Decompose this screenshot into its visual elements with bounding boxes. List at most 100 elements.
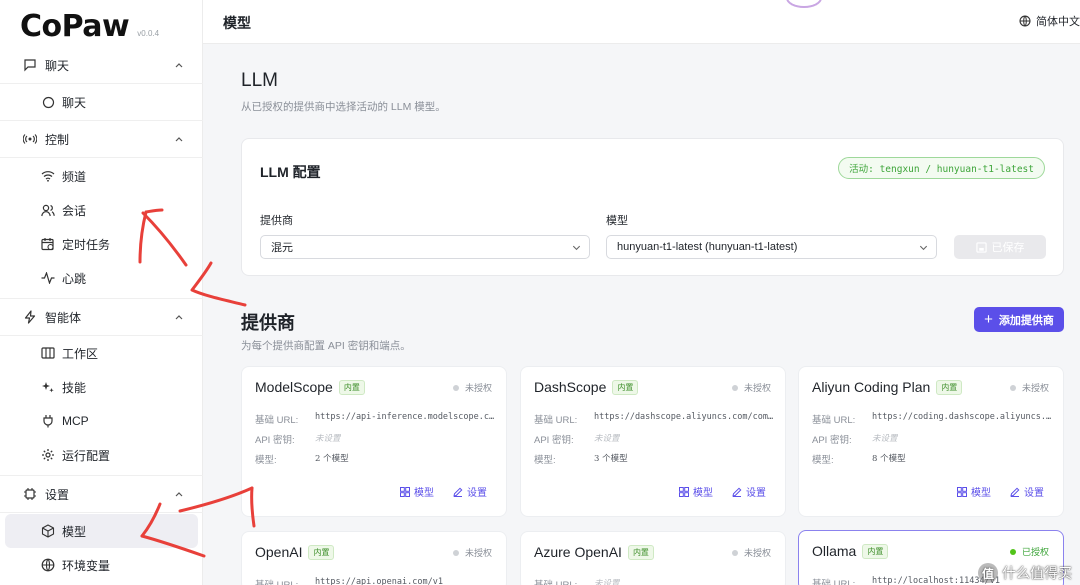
- api-key-value: 未设置: [594, 579, 620, 585]
- avatar[interactable]: [786, 0, 822, 8]
- models-count: 3 个模型: [594, 454, 628, 464]
- provider-name: Ollama: [812, 543, 857, 559]
- chevron-down-icon: [571, 242, 582, 253]
- model-select-value: hunyuan-t1-latest (hunyuan-t1-latest): [617, 241, 798, 253]
- sidebar-item-mcp[interactable]: MCP: [0, 404, 203, 438]
- settings-link[interactable]: 设置: [1010, 484, 1044, 499]
- sidebar-item-skills[interactable]: 技能: [0, 370, 203, 404]
- watermark: 值 什么值得买: [978, 563, 1072, 583]
- chevron-up-icon: [173, 59, 185, 71]
- save-button[interactable]: 已保存: [954, 235, 1046, 259]
- builtin-tag: 内置: [862, 543, 889, 559]
- models-label: 模型:: [534, 455, 556, 466]
- wifi-icon: [40, 168, 56, 184]
- app-logo[interactable]: CoPaw v0.0.4: [20, 8, 159, 44]
- chevron-down-icon: [918, 242, 929, 253]
- sidebar-group-label: 设置: [45, 487, 70, 502]
- models-count: 2 个模型: [315, 454, 349, 464]
- save-button-label: 已保存: [991, 242, 1025, 254]
- models-link[interactable]: 模型: [957, 484, 991, 499]
- sidebar-item-label: 频道: [62, 169, 87, 184]
- top-header: 模型 简体中文: [203, 0, 1080, 44]
- sidebar-group-label: 智能体: [45, 310, 82, 325]
- sidebar-item-sessions[interactable]: 会话: [0, 193, 203, 227]
- provider-name: DashScope: [534, 379, 607, 395]
- sidebar-group-agent[interactable]: 智能体: [0, 299, 203, 335]
- add-provider-button[interactable]: + 添加提供商: [974, 307, 1064, 332]
- model-label: 模型: [606, 215, 628, 227]
- providers-heading: 提供商: [241, 313, 295, 333]
- builtin-tag: 内置: [627, 544, 654, 560]
- api-key-value: 未设置: [594, 434, 620, 444]
- sidebar-item-models[interactable]: 模型: [5, 514, 198, 548]
- settings-link[interactable]: 设置: [732, 484, 766, 499]
- base-url-label: 基础 URL:: [255, 577, 315, 585]
- api-key-value: 未设置: [315, 434, 341, 444]
- chip-icon: [22, 486, 38, 502]
- globe-icon: [1019, 15, 1031, 27]
- logo-text: CoPaw: [20, 9, 130, 44]
- sidebar-group-chat[interactable]: 聊天: [0, 47, 203, 83]
- sidebar-item-workspace[interactable]: 工作区: [0, 336, 203, 370]
- provider-card-azure-openai[interactable]: Azure OpenAI 内置 未授权 基础 URL:未设置: [520, 531, 786, 585]
- sidebar-item-label: 会话: [62, 203, 87, 218]
- settings-link[interactable]: 设置: [453, 484, 487, 499]
- model-select[interactable]: hunyuan-t1-latest (hunyuan-t1-latest): [606, 235, 937, 259]
- edit-icon: [732, 487, 742, 497]
- chat-square-icon: [22, 57, 38, 73]
- builtin-tag: 内置: [338, 379, 365, 395]
- models-count: 8 个模型: [872, 454, 906, 464]
- plus-icon: +: [984, 311, 993, 328]
- provider-name: OpenAI: [255, 544, 303, 560]
- models-link[interactable]: 模型: [400, 484, 434, 499]
- provider-select[interactable]: 混元: [260, 235, 590, 259]
- chevron-up-icon: [173, 133, 185, 145]
- sidebar-item-label: 心跳: [62, 271, 87, 286]
- sidebar-item-channels[interactable]: 频道: [0, 159, 203, 193]
- providers-description: 为每个提供商配置 API 密钥和端点。: [241, 340, 411, 352]
- pulse-icon: [40, 270, 56, 286]
- status-badge: 未授权: [452, 546, 492, 559]
- provider-card-aliyun-coding-plan[interactable]: Aliyun Coding Plan 内置 未授权 基础 URL: https://…: [798, 366, 1064, 517]
- provider-card-dashscope[interactable]: DashScope 内置 未授权 基础 URL: https://dashscope…: [520, 366, 786, 517]
- llm-config-title: LLM 配置: [260, 164, 321, 180]
- sidebar-group-control[interactable]: 控制: [0, 121, 203, 157]
- sidebar-group-settings[interactable]: 设置: [0, 476, 203, 512]
- base-url-value: https://api.openai.com/v1: [315, 577, 443, 585]
- sidebar-item-chat[interactable]: 聊天: [0, 85, 203, 119]
- builtin-tag: 内置: [936, 379, 963, 395]
- base-url-label: 基础 URL:: [812, 579, 856, 585]
- base-url-label: 基础 URL:: [534, 577, 594, 585]
- provider-card-openai[interactable]: OpenAI 内置 未授权 基础 URL:https://api.openai.c…: [241, 531, 507, 585]
- language-switcher[interactable]: 简体中文: [1019, 13, 1080, 29]
- sidebar-item-label: MCP: [62, 414, 89, 428]
- calendar-clock-icon: [40, 236, 56, 252]
- base-url-label: 基础 URL:: [534, 415, 578, 426]
- cube-icon: [40, 523, 56, 539]
- models-label: 模型:: [812, 455, 834, 466]
- sidebar-item-label: 环境变量: [62, 558, 111, 573]
- provider-select-value: 混元: [271, 242, 293, 254]
- base-url-value: https://api-inference.modelscope.cn/v1: [315, 412, 495, 422]
- provider-label: 提供商: [260, 215, 293, 227]
- sidebar-item-runtime-config[interactable]: 运行配置: [0, 438, 203, 472]
- sidebar-group-label: 控制: [45, 132, 70, 147]
- status-badge: 未授权: [452, 381, 492, 394]
- llm-heading: LLM: [241, 70, 278, 91]
- broadcast-icon: [22, 131, 38, 147]
- sidebar-item-scheduled-tasks[interactable]: 定时任务: [0, 227, 203, 261]
- provider-name: Aliyun Coding Plan: [812, 379, 931, 395]
- base-url-value: https://coding.dashscope.aliyuncs.com/v1: [872, 412, 1052, 422]
- status-badge: 未授权: [731, 381, 771, 394]
- models-link[interactable]: 模型: [679, 484, 713, 499]
- provider-card-modelscope[interactable]: ModelScope 内置 未授权 基础 URL: https://api-infe…: [241, 366, 507, 517]
- sidebar-item-env-vars[interactable]: 环境变量: [0, 548, 203, 582]
- api-key-label: API 密钥:: [812, 435, 852, 446]
- watermark-text: 什么值得买: [1002, 565, 1072, 581]
- provider-name: ModelScope: [255, 379, 333, 395]
- lightning-icon: [22, 309, 38, 325]
- llm-description: 从已授权的提供商中选择活动的 LLM 模型。: [241, 101, 446, 113]
- chat-bubble-icon: [40, 94, 56, 110]
- edit-icon: [1010, 487, 1020, 497]
- sidebar-item-heartbeat[interactable]: 心跳: [0, 261, 203, 295]
